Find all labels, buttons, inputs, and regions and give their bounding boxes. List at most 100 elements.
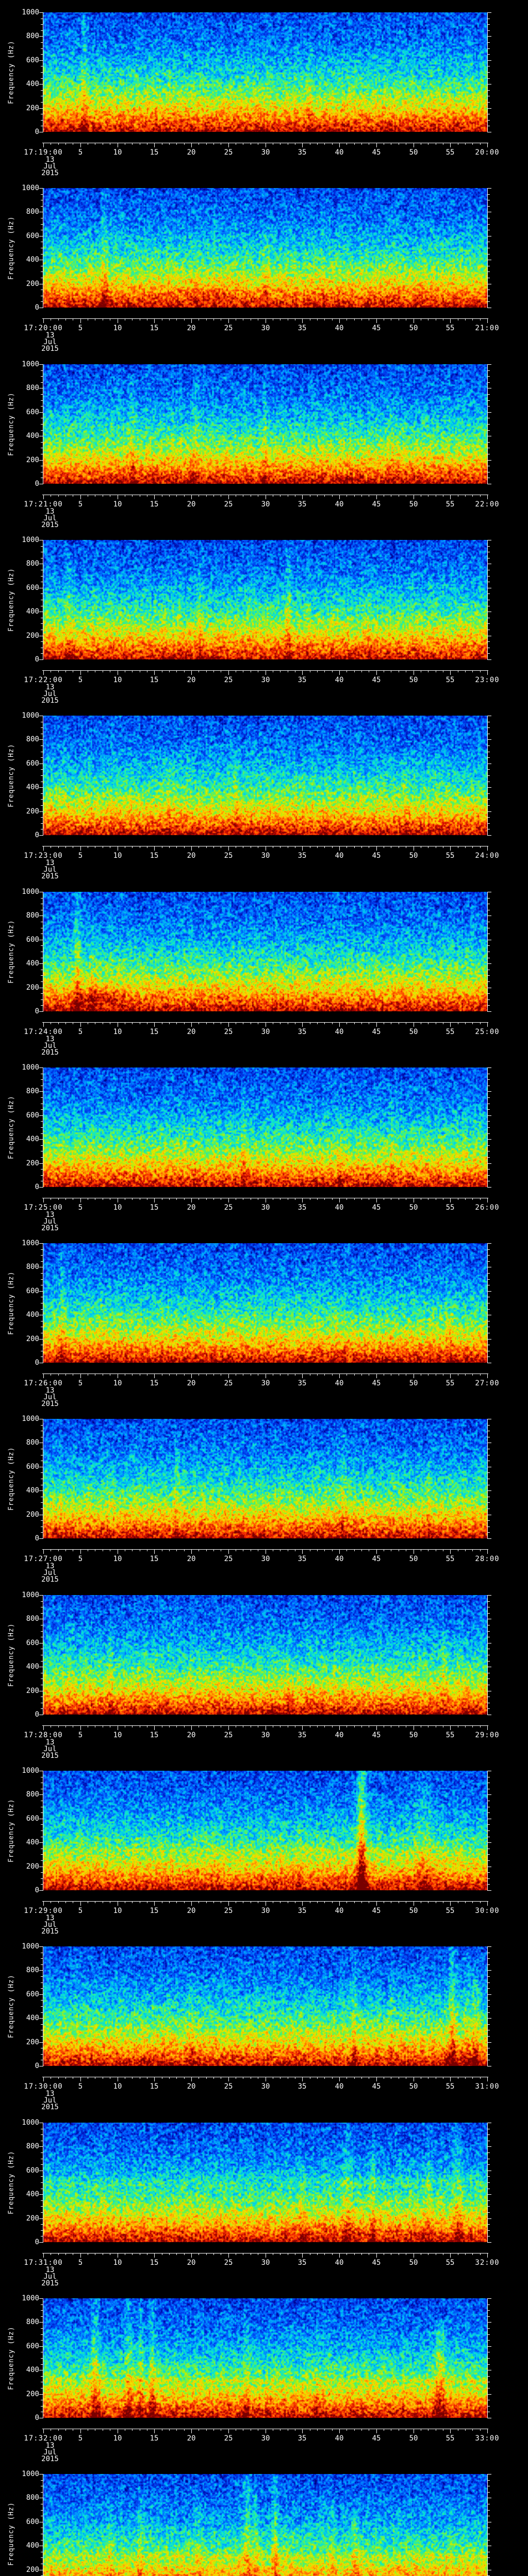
tick-mark — [488, 799, 490, 800]
tick-mark — [332, 1198, 333, 1200]
tick-mark — [65, 846, 66, 848]
tick-mark — [39, 2474, 43, 2475]
tick-mark — [339, 670, 340, 675]
tick-mark — [41, 1249, 43, 1250]
tick-mark — [228, 1198, 229, 1202]
x-tick-label: 10 — [102, 2435, 133, 2442]
tick-mark — [488, 376, 490, 377]
x-tick-label: 50 — [398, 852, 429, 859]
tick-mark — [302, 2077, 303, 2081]
tick-mark — [41, 1169, 43, 1170]
tick-mark — [488, 2176, 490, 2177]
tick-mark — [472, 2429, 473, 2431]
x-end-time-label: 20:00 — [466, 149, 509, 156]
x-tick-label: 55 — [435, 1555, 466, 1563]
tick-mark — [65, 318, 66, 320]
y-tick-label: 0 — [15, 2062, 39, 2070]
tick-mark — [132, 1198, 133, 1200]
tick-mark — [488, 1273, 490, 1274]
tick-mark — [376, 1901, 377, 1906]
tick-mark — [213, 2429, 214, 2431]
x-tick-label: 50 — [398, 1907, 429, 1914]
x-tick-label: 15 — [139, 325, 170, 332]
tick-mark — [480, 670, 481, 672]
x-tick-label: 55 — [435, 2083, 466, 2090]
tick-mark — [488, 1842, 491, 1843]
spectrogram-canvas — [43, 2474, 487, 2576]
spectrogram-canvas — [43, 188, 487, 308]
tick-mark — [317, 1725, 318, 1727]
y-tick-label: 600 — [15, 760, 39, 767]
y-tick-label: 800 — [15, 1791, 39, 1798]
tick-mark — [487, 1022, 488, 1027]
x-start-time-label: 17:28:00 — [10, 1732, 76, 1739]
tick-mark — [176, 2077, 177, 2079]
y-tick-label: 400 — [15, 1311, 39, 1318]
tick-mark — [41, 394, 43, 395]
tick-mark — [488, 1794, 491, 1795]
y-tick-label: 600 — [15, 1815, 39, 1822]
tick-mark — [184, 2077, 185, 2079]
tick-mark — [41, 78, 43, 79]
spectrogram-figure: { "figure": { "ylabel": "Frequency (Hz)"… — [0, 0, 528, 2576]
x-tick-label: 25 — [213, 2083, 244, 2090]
spectrogram-panel-17-25-00: Frequency (Hz) 10008006004002000 5101520… — [0, 1055, 528, 1231]
tick-mark — [302, 2253, 303, 2258]
tick-mark — [213, 2077, 214, 2079]
tick-mark — [488, 2036, 490, 2037]
tick-mark — [176, 495, 177, 497]
tick-mark — [169, 1022, 170, 1024]
tick-mark — [361, 2253, 362, 2255]
tick-mark — [41, 1532, 43, 1533]
x-start-time-label: 17:26:00 — [10, 1380, 76, 1387]
tick-mark — [488, 2316, 490, 2317]
tick-mark — [132, 1901, 133, 1903]
tick-mark — [346, 1549, 347, 1551]
x-tick-label: 45 — [361, 1555, 392, 1563]
tick-mark — [339, 2429, 340, 2433]
tick-mark — [487, 846, 488, 851]
tick-mark — [488, 2376, 490, 2377]
tick-mark — [58, 1198, 59, 1200]
tick-mark — [80, 1901, 81, 1906]
y-tick-label: 600 — [15, 1639, 39, 1647]
tick-mark — [39, 2394, 43, 2395]
tick-mark — [41, 90, 43, 91]
tick-mark — [132, 2429, 133, 2431]
tick-mark — [39, 1946, 43, 1947]
tick-mark — [169, 1901, 170, 1903]
tick-mark — [488, 2182, 490, 2183]
tick-mark — [317, 143, 318, 145]
x-tick-label: 15 — [139, 2259, 170, 2266]
tick-mark — [39, 1538, 43, 1539]
tick-mark — [39, 1490, 43, 1491]
x-end-time-label: 23:00 — [466, 676, 509, 684]
y-tick-label: 400 — [15, 2014, 39, 2022]
x-tick-label: 25 — [213, 1028, 244, 1036]
x-tick-label: 20 — [176, 325, 207, 332]
tick-mark — [41, 1860, 43, 1861]
tick-mark — [184, 318, 185, 320]
y-tick-label: 1000 — [15, 1064, 39, 1071]
x-tick-label: 10 — [102, 1732, 133, 1739]
tick-mark — [154, 318, 155, 323]
tick-mark — [132, 2253, 133, 2255]
tick-mark — [465, 1374, 466, 1376]
tick-mark — [206, 318, 207, 320]
x-start-time-label: 17:31:00 — [10, 2259, 76, 2266]
tick-mark — [488, 1339, 491, 1340]
x-tick-label: 30 — [250, 1028, 281, 1036]
tick-mark — [488, 1157, 490, 1158]
tick-mark — [465, 318, 466, 320]
x-tick-label: 50 — [398, 676, 429, 684]
tick-mark — [488, 993, 490, 994]
tick-mark — [354, 846, 355, 848]
tick-mark — [488, 1079, 490, 1080]
tick-mark — [58, 1901, 59, 1903]
y-tick-label: 600 — [15, 2167, 39, 2174]
tick-mark — [488, 382, 490, 383]
date-label: 13Jul2015 — [24, 684, 76, 704]
tick-mark — [480, 1374, 481, 1376]
tick-mark — [302, 2429, 303, 2433]
x-tick-label: 55 — [435, 149, 466, 156]
